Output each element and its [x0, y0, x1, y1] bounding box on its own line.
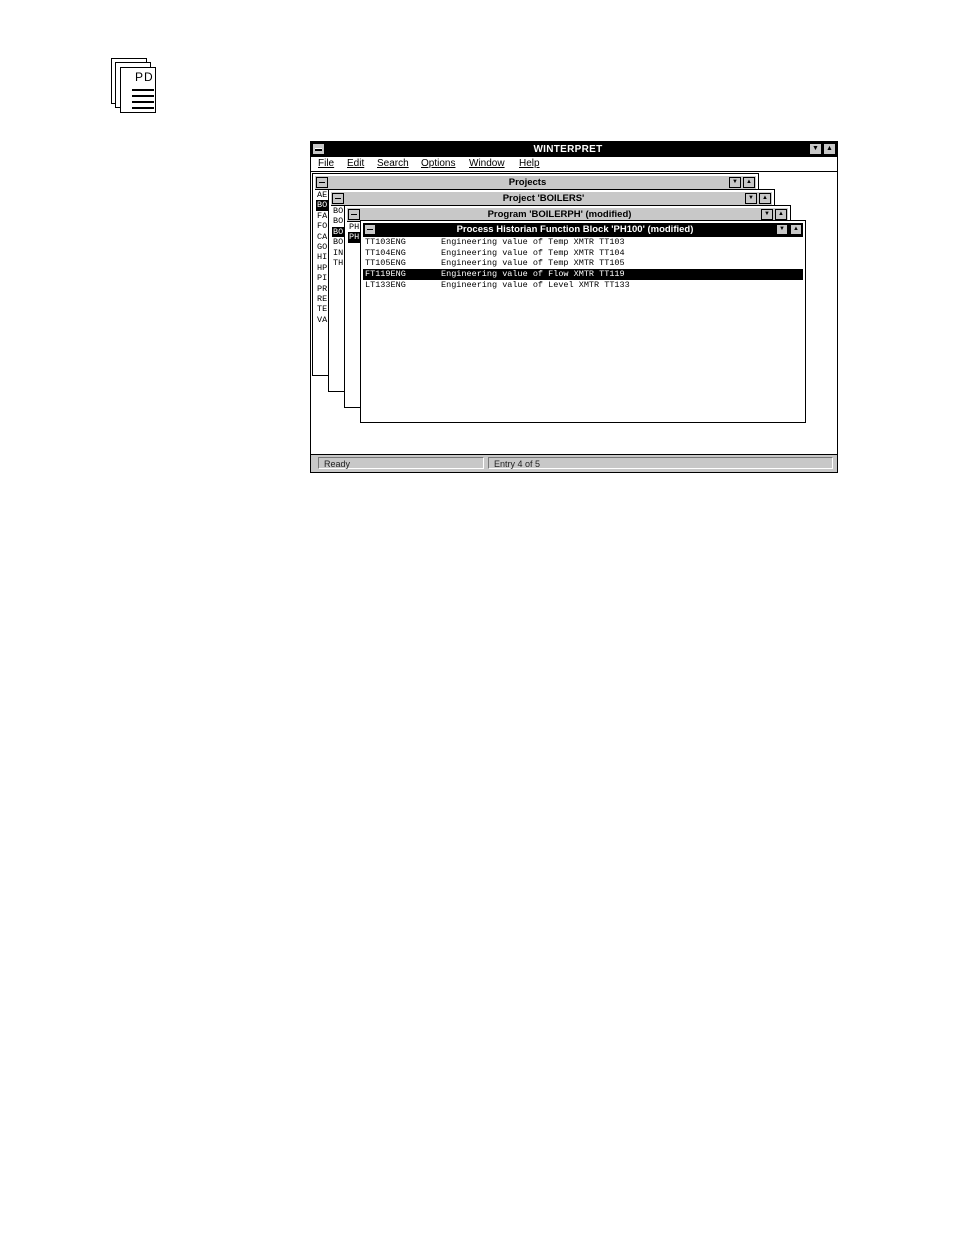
variable-description: Engineering value of Temp XMTR TT105 [441, 258, 625, 269]
projects-maximize-button[interactable]: ▲ [743, 177, 755, 188]
menu-bar: File Edit Search Options Window Help [311, 157, 837, 172]
menu-window[interactable]: Window [469, 158, 505, 169]
project-title-bar[interactable]: Project 'BOILERS' ▼ ▲ [331, 192, 772, 206]
menu-file[interactable]: File [318, 158, 334, 169]
status-bar: Ready Entry 4 of 5 [311, 454, 837, 472]
project-title: Project 'BOILERS' [502, 193, 585, 204]
project-maximize-button[interactable]: ▲ [759, 193, 771, 204]
projects-title-bar[interactable]: Projects ▼ ▲ [315, 176, 756, 190]
function-block-minimize-button[interactable]: ▼ [776, 224, 788, 235]
function-block-system-menu-button[interactable] [364, 224, 376, 235]
winterpret-window: WINTERPRET ▼ ▲ File Edit Search Options … [310, 141, 838, 473]
menu-options[interactable]: Options [421, 158, 455, 169]
status-state: Ready [318, 457, 484, 469]
project-minimize-button[interactable]: ▼ [745, 193, 757, 204]
program-system-menu-button[interactable] [348, 209, 360, 220]
variable-name: TT103ENG [365, 237, 406, 247]
minimize-button[interactable]: ▼ [809, 143, 822, 155]
page-icon-label: PD [135, 70, 154, 84]
app-title: WINTERPRET [533, 144, 603, 155]
table-row[interactable]: TT105ENG Engineering value of Temp XMTR T… [363, 258, 803, 269]
table-row[interactable]: FT119ENG Engineering value of Flow XMTR T… [363, 269, 803, 280]
variable-name: TT105ENG [365, 258, 406, 269]
program-maximize-button[interactable]: ▲ [775, 209, 787, 220]
variable-name: TT104ENG [365, 247, 406, 258]
project-system-menu-button[interactable] [332, 193, 344, 204]
variable-description: Engineering value of Level XMTR TT133 [441, 279, 630, 290]
menu-search[interactable]: Search [377, 158, 409, 169]
variable-name: FT119ENG [365, 269, 406, 280]
status-entry: Entry 4 of 5 [488, 457, 833, 469]
function-block-title: Process Historian Function Block 'PH100'… [456, 224, 694, 235]
projects-title: Projects [508, 177, 547, 188]
document-stack-icon: PD [111, 58, 157, 113]
function-block-title-bar[interactable]: Process Historian Function Block 'PH100'… [363, 223, 803, 237]
table-row[interactable]: LT133ENG Engineering value of Level XMTR … [363, 280, 803, 291]
projects-system-menu-button[interactable] [316, 177, 328, 188]
function-block-list[interactable]: TT103ENG Engineering value of Temp XMTR T… [363, 237, 803, 419]
variable-name: LT133ENG [365, 279, 406, 290]
menu-edit[interactable]: Edit [347, 158, 364, 169]
program-minimize-button[interactable]: ▼ [761, 209, 773, 220]
table-row[interactable]: TT103ENG Engineering value of Temp XMTR T… [363, 237, 803, 248]
projects-minimize-button[interactable]: ▼ [729, 177, 741, 188]
variable-description: Engineering value of Temp XMTR TT103 [441, 237, 625, 247]
app-title-bar[interactable]: WINTERPRET ▼ ▲ [311, 142, 837, 158]
variable-description: Engineering value of Temp XMTR TT104 [441, 247, 625, 258]
system-menu-button[interactable] [312, 143, 325, 155]
function-block-maximize-button[interactable]: ▲ [790, 224, 802, 235]
function-block-window[interactable]: Process Historian Function Block 'PH100'… [360, 220, 806, 423]
table-row[interactable]: TT104ENG Engineering value of Temp XMTR T… [363, 248, 803, 259]
mdi-client-area: Projects ▼ ▲ AE BO FA FO CA GO HI HP PI PR RE TE VA … [311, 172, 837, 455]
variable-description: Engineering value of Flow XMTR TT119 [441, 269, 625, 280]
maximize-button[interactable]: ▲ [823, 143, 836, 155]
menu-help[interactable]: Help [519, 158, 540, 169]
